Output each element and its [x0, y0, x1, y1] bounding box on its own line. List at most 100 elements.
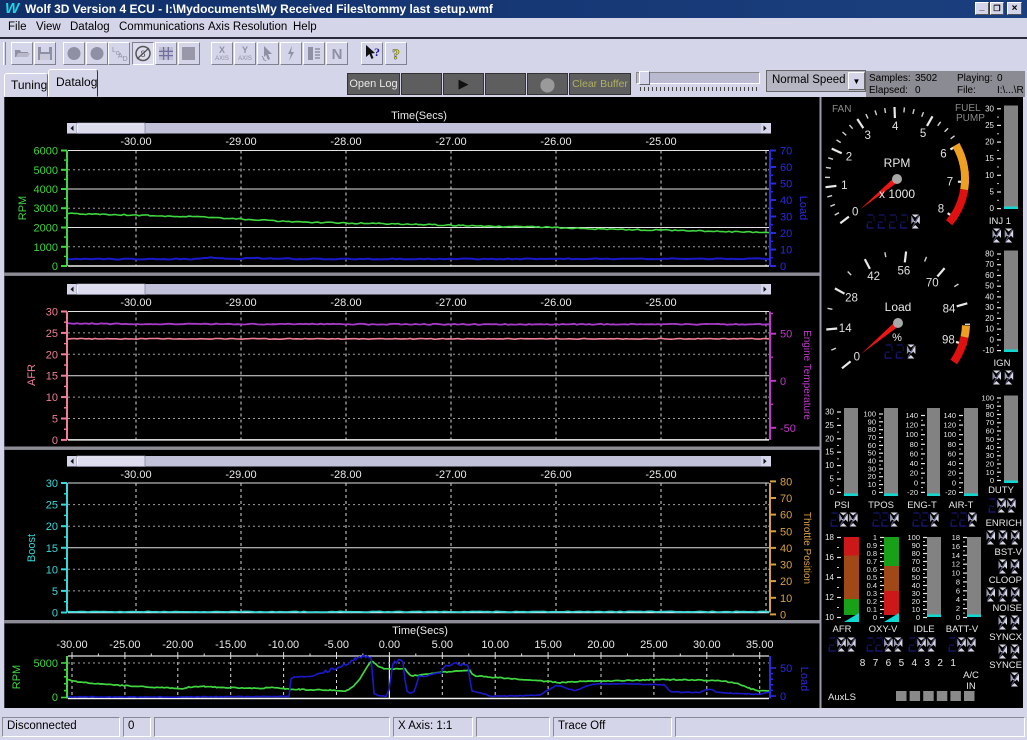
svg-text:-25.00: -25.00: [645, 136, 676, 148]
svg-text:-30.00: -30.00: [120, 136, 151, 148]
svg-text:2: 2: [956, 604, 960, 613]
svg-text:BATT-V: BATT-V: [946, 624, 979, 635]
svg-text:0: 0: [990, 204, 995, 213]
svg-text:Time(Secs): Time(Secs): [392, 625, 448, 637]
svg-text:50: 50: [780, 329, 792, 341]
svg-text:RPM: RPM: [17, 196, 29, 220]
svg-text:0: 0: [872, 488, 876, 497]
svg-text:14: 14: [839, 323, 852, 335]
svg-text:15: 15: [46, 371, 58, 383]
svg-text:15: 15: [46, 543, 58, 555]
svg-text:RPM: RPM: [884, 156, 911, 170]
svg-text:20: 20: [780, 228, 792, 240]
svg-text:5: 5: [920, 128, 926, 140]
svg-text:60: 60: [985, 271, 994, 280]
svg-text:25: 25: [825, 421, 834, 430]
svg-text:2: 2: [846, 152, 852, 164]
svg-text:-28.00: -28.00: [330, 297, 361, 309]
svg-text:40: 40: [948, 459, 956, 468]
svg-text:0: 0: [52, 435, 58, 447]
svg-text:98: 98: [942, 334, 955, 346]
svg-text:0: 0: [914, 478, 918, 487]
svg-text:25.00: 25.00: [640, 639, 668, 651]
svg-text:-27.00: -27.00: [435, 469, 466, 481]
svg-text:-26.00: -26.00: [540, 136, 571, 148]
svg-text:80: 80: [910, 440, 918, 449]
svg-text:x 1000: x 1000: [879, 187, 915, 201]
svg-text:10: 10: [825, 461, 834, 470]
svg-text:0: 0: [780, 691, 786, 703]
svg-text:-27.00: -27.00: [435, 136, 466, 148]
svg-text:40: 40: [985, 292, 994, 301]
svg-text:30: 30: [46, 478, 58, 490]
svg-text:Boost: Boost: [26, 534, 38, 562]
svg-text:6: 6: [956, 586, 960, 595]
svg-text:0: 0: [990, 476, 994, 485]
svg-text:20: 20: [948, 469, 956, 478]
svg-text:25: 25: [985, 121, 994, 130]
svg-text:?: ?: [374, 45, 380, 59]
svg-text:ENRICH: ENRICH: [986, 518, 1023, 529]
svg-text:PUMP: PUMP: [956, 113, 985, 124]
svg-text:12: 12: [952, 560, 960, 569]
svg-text:10: 10: [46, 392, 58, 404]
svg-text:30: 30: [985, 303, 994, 312]
svg-text:8: 8: [860, 658, 866, 669]
svg-text:30: 30: [780, 212, 792, 224]
svg-text:20: 20: [985, 138, 994, 147]
svg-text:84: 84: [943, 304, 956, 316]
svg-text:16: 16: [952, 542, 960, 551]
svg-text:AIR-T: AIR-T: [949, 500, 974, 511]
svg-text:0.00: 0.00: [379, 639, 400, 651]
svg-text:-25.00: -25.00: [645, 297, 676, 309]
svg-text:140: 140: [905, 411, 918, 420]
svg-text:?: ?: [392, 47, 400, 63]
svg-text:20: 20: [985, 314, 994, 323]
svg-text:80: 80: [985, 250, 994, 259]
svg-text:50: 50: [780, 526, 792, 538]
svg-text:14: 14: [952, 551, 960, 560]
svg-text:30: 30: [825, 408, 834, 417]
svg-text:RPM: RPM: [11, 665, 23, 689]
svg-text:60: 60: [780, 510, 792, 522]
svg-text:1: 1: [950, 658, 956, 669]
svg-text:4: 4: [956, 595, 960, 604]
svg-text:10: 10: [780, 245, 792, 257]
svg-text:NOISE: NOISE: [992, 603, 1022, 614]
svg-text:INJ 1: INJ 1: [989, 216, 1011, 227]
svg-text:-30.00: -30.00: [120, 469, 151, 481]
svg-text:70: 70: [780, 493, 792, 505]
svg-text:18: 18: [952, 533, 960, 542]
svg-text:5.00: 5.00: [432, 639, 453, 651]
svg-text:Engine Temperature: Engine Temperature: [801, 330, 812, 420]
svg-text:20: 20: [46, 521, 58, 533]
svg-text:FAN: FAN: [832, 104, 851, 115]
svg-text:100: 100: [905, 430, 918, 439]
svg-text:5000: 5000: [34, 165, 58, 177]
svg-text:2: 2: [937, 658, 943, 669]
svg-text:PSI: PSI: [834, 500, 849, 511]
svg-text:50: 50: [985, 282, 994, 291]
svg-text:20: 20: [825, 434, 834, 443]
svg-text:6: 6: [886, 658, 892, 669]
svg-text:3: 3: [864, 130, 870, 142]
svg-text:5: 5: [52, 414, 58, 426]
svg-text:1: 1: [841, 180, 847, 192]
svg-text:70: 70: [926, 278, 939, 290]
svg-text:100: 100: [943, 430, 956, 439]
svg-text:DUTY: DUTY: [988, 485, 1015, 496]
svg-text:140: 140: [943, 411, 956, 420]
svg-text:120: 120: [943, 421, 956, 430]
svg-text:-15.00: -15.00: [215, 639, 246, 651]
svg-text:CLOOP: CLOOP: [989, 575, 1022, 586]
svg-text:14: 14: [825, 573, 834, 582]
svg-text:0: 0: [780, 609, 786, 621]
svg-text:ENG-T: ENG-T: [907, 500, 937, 511]
svg-text:-27.00: -27.00: [435, 297, 466, 309]
svg-text:0: 0: [854, 351, 860, 363]
svg-text:25: 25: [46, 500, 58, 512]
svg-text:0: 0: [52, 608, 58, 620]
svg-text:N: N: [332, 46, 343, 63]
svg-text:20: 20: [910, 469, 918, 478]
svg-text:X: X: [219, 45, 225, 55]
